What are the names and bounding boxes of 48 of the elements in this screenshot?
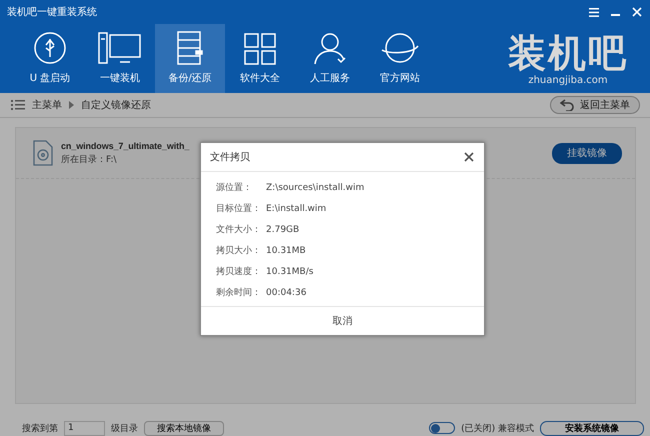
nav-tab[interactable]: U 盘启动 — [15, 24, 85, 93]
image-name: cn_windows_7_ultimate_with_ — [61, 140, 190, 150]
logo-text: 装机吧 — [508, 31, 628, 75]
install-button[interactable]: 安装系统镜像 — [540, 420, 644, 436]
depth-dropdown[interactable]: 1 — [64, 420, 105, 436]
compat-toggle[interactable] — [429, 422, 456, 434]
breadcrumb-item[interactable]: 自定义镜像还原 — [81, 98, 151, 112]
nav-tab[interactable]: 一键装机 — [85, 24, 155, 93]
field-label: 文件大小： — [216, 224, 262, 236]
computer-icon — [98, 31, 142, 65]
back-button[interactable]: 返回主菜单 — [550, 96, 640, 114]
compat-label: (已关闭) 兼容模式 — [461, 422, 534, 434]
disc-file-icon — [33, 140, 53, 166]
search-local-button[interactable]: 搜索本地镜像 — [144, 420, 224, 436]
grid-icon — [244, 33, 276, 65]
nav-tab[interactable]: 备份/还原 — [155, 24, 225, 93]
image-directory: 所在目录：F:\ — [61, 154, 117, 166]
field-label: 源位置： — [216, 182, 253, 194]
mount-button[interactable]: 挂载镜像 — [552, 142, 622, 164]
field-value: Z:\sources\install.wim — [266, 182, 364, 192]
field-label: 拷贝速度： — [216, 266, 262, 278]
search-depth-label: 搜索到第 — [22, 422, 58, 434]
nav-tab[interactable]: 软件大全 — [225, 24, 295, 93]
person-icon — [313, 31, 347, 65]
return-arrow-icon — [560, 99, 574, 111]
nav-tab[interactable]: 官方网站 — [365, 24, 435, 93]
field-value: 00:04:36 — [266, 288, 306, 298]
field-value: 10.31MB/s — [266, 266, 314, 276]
nav-tab[interactable]: 人工服务 — [295, 24, 365, 93]
dialog-title: 文件拷贝 — [210, 150, 250, 164]
field-label: 拷贝大小： — [216, 244, 262, 257]
window-title: 装机吧一键重装系统 — [7, 6, 97, 19]
menu-icon[interactable] — [589, 8, 599, 16]
globe-icon — [380, 31, 420, 65]
cabinet-icon — [177, 31, 203, 65]
caret-icon — [69, 101, 74, 109]
field-value: E:\install.wim — [266, 204, 326, 214]
cancel-button[interactable]: 取消 — [326, 313, 358, 329]
list-icon — [11, 100, 25, 110]
logo-site: zhuangjiba.com — [528, 75, 608, 86]
directory-level-label: 级目录 — [111, 422, 138, 434]
field-value: 10.31MB — [266, 246, 306, 256]
usb-icon — [33, 31, 67, 65]
field-label: 剩余时间： — [216, 286, 262, 299]
field-value: 2.79GB — [266, 224, 300, 234]
field-label: 目标位置： — [216, 202, 262, 215]
breadcrumb-item[interactable]: 主菜单 — [32, 98, 62, 112]
close-icon[interactable] — [464, 152, 474, 162]
